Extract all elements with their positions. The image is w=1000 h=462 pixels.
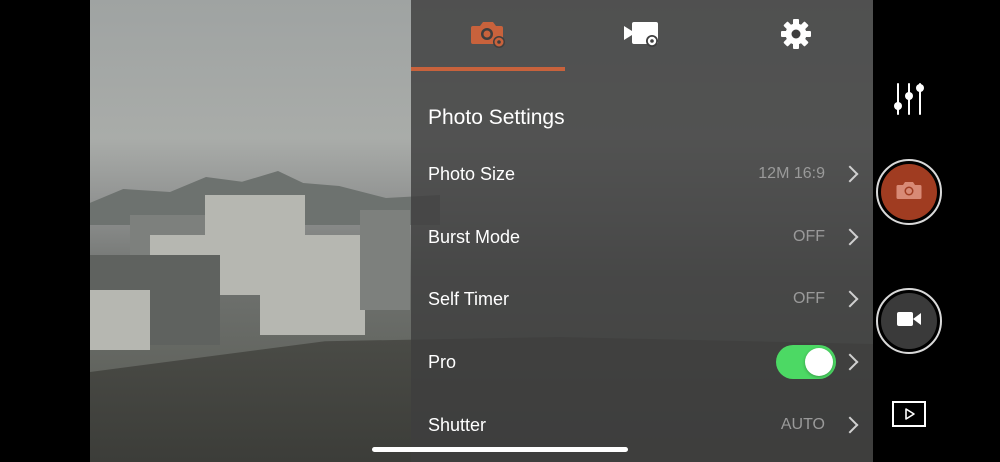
playback-icon[interactable] <box>892 401 926 432</box>
settings-panel: Photo Settings Photo Size 12M 16:9 Burst… <box>411 0 873 462</box>
setting-row-shutter[interactable]: Shutter AUTO <box>411 397 873 453</box>
setting-row-burst-mode[interactable]: Burst Mode OFF <box>411 209 873 265</box>
chevron-right-icon <box>841 416 859 434</box>
pro-toggle[interactable] <box>776 345 836 379</box>
home-indicator <box>372 447 628 452</box>
setting-label: Burst Mode <box>428 226 521 247</box>
sliders-icon[interactable] <box>893 82 925 121</box>
setting-label: Self Timer <box>428 288 510 309</box>
tab-video-settings[interactable] <box>565 0 719 72</box>
chevron-right-icon <box>841 353 859 371</box>
camera-settings-icon <box>469 18 507 55</box>
viewfinder-scenery <box>360 210 410 310</box>
panel-title: Photo Settings <box>428 106 565 129</box>
chevron-right-icon <box>841 290 859 308</box>
video-settings-icon <box>622 19 662 54</box>
setting-row-self-timer[interactable]: Self Timer OFF <box>411 271 873 327</box>
setting-label: Shutter <box>428 414 487 435</box>
setting-value: OFF <box>793 290 825 307</box>
tab-general-settings[interactable] <box>719 0 873 72</box>
photo-shutter-fill <box>881 164 937 220</box>
photo-shutter-button[interactable] <box>876 159 942 225</box>
gear-icon <box>780 18 812 55</box>
camera-control-strip <box>873 0 1000 462</box>
chevron-right-icon <box>841 165 859 183</box>
chevron-right-icon <box>841 228 859 246</box>
setting-label: Pro <box>428 351 457 372</box>
setting-label: Photo Size <box>428 163 516 184</box>
setting-row-pro[interactable]: Pro <box>411 334 873 390</box>
video-shutter-fill <box>881 293 937 349</box>
video-record-button[interactable] <box>876 288 942 354</box>
setting-value: OFF <box>793 228 825 245</box>
toggle-knob <box>805 348 833 376</box>
video-camera-icon <box>896 310 922 333</box>
setting-row-photo-size[interactable]: Photo Size 12M 16:9 <box>411 146 873 202</box>
active-tab-indicator <box>411 67 565 71</box>
setting-value: AUTO <box>780 416 825 433</box>
viewfinder-scenery <box>205 195 305 240</box>
viewfinder-scenery <box>90 290 150 350</box>
camera-icon <box>896 180 922 205</box>
tab-photo-settings[interactable] <box>411 0 565 72</box>
setting-value: 12M 16:9 <box>758 165 825 182</box>
viewfinder-scenery <box>260 265 365 335</box>
